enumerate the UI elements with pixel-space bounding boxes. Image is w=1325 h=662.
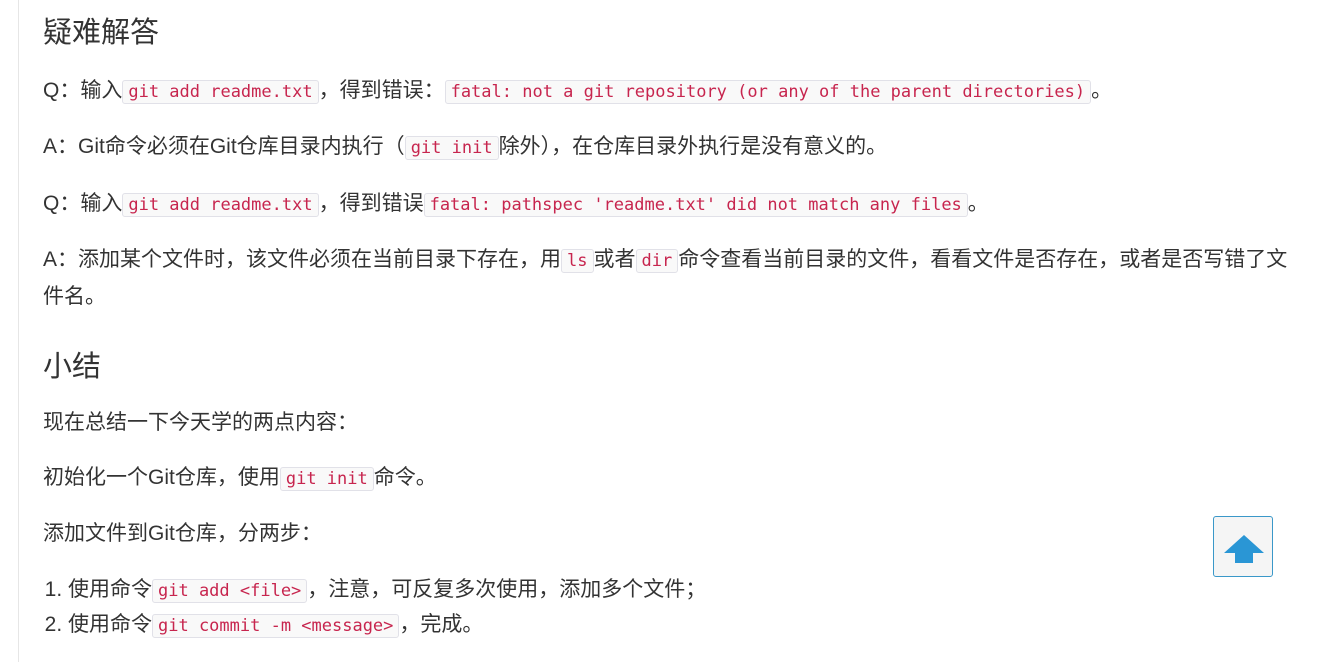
q2-code-command: git add readme.txt (122, 193, 319, 217)
a2-code-dir: dir (635, 249, 679, 273)
init-suffix: 命令。 (373, 466, 437, 489)
summary-intro: 现在总结一下今天学的两点内容： (43, 411, 358, 434)
a1-prefix: A：Git命令必须在Git仓库目录内执行（ (43, 135, 405, 158)
faq-question-1: Q：输入 git add readme.txt ，得到错误： fatal: not a… (43, 73, 1305, 110)
a2-middle: 或者 (593, 248, 636, 271)
a2-prefix: A：添加某个文件时，该文件必须在当前目录下存在，用 (43, 248, 562, 271)
back-to-top-button[interactable] (1213, 516, 1273, 577)
a1-code-command: git init (404, 136, 499, 160)
q1-suffix: 。 (1091, 79, 1113, 102)
init-prefix: 初始化一个Git仓库，使用 (43, 466, 280, 489)
q1-code-command: git add readme.txt (122, 80, 319, 104)
summary-steps-list: 使用命令git add <file>，注意，可反复多次使用，添加多个文件； 使用… (22, 573, 706, 643)
summary-add-intro: 添加文件到Git仓库，分两步： (43, 522, 322, 545)
q2-middle: ，得到错误 (318, 192, 424, 215)
faq-question-2: Q：输入 git add readme.txt ，得到错误 fatal: pathsp… (43, 186, 1305, 223)
init-code-command: git init (279, 467, 374, 491)
step-1-code: git add <file> (152, 579, 308, 603)
step-2-suffix: ，完成。 (399, 613, 484, 636)
q1-code-error: fatal: not a git repository (or any of t… (444, 80, 1092, 104)
faq-heading: 疑难解答 (43, 17, 160, 49)
step-2-prefix: 使用命令 (68, 613, 152, 636)
summary-init: 初始化一个Git仓库，使用 git init 命令。 (43, 460, 1305, 497)
summary-heading: 小结 (43, 351, 102, 383)
q2-prefix: Q：输入 (43, 192, 123, 215)
faq-answer-2: A：添加某个文件时，该文件必须在当前目录下存在，用 ls 或者 dir 命令查看当前目录… (43, 242, 1305, 315)
q2-code-error: fatal: pathspec 'readme.txt' did not mat… (423, 193, 968, 217)
a2-code-ls: ls (561, 249, 594, 273)
step-1-suffix: ，注意，可反复多次使用，添加多个文件； (307, 578, 707, 601)
list-item: 使用命令git commit -m <message>，完成。 (68, 608, 706, 643)
q1-middle: ，得到错误： (318, 79, 445, 102)
faq-answer-1: A：Git命令必须在Git仓库目录内执行（ git init 除外），在仓库目录外执… (43, 129, 1305, 166)
list-item: 使用命令git add <file>，注意，可反复多次使用，添加多个文件； (68, 573, 706, 608)
content-left-border (18, 0, 19, 662)
step-1-prefix: 使用命令 (68, 578, 152, 601)
q1-prefix: Q：输入 (43, 79, 123, 102)
arrow-up-icon (1224, 535, 1264, 563)
q2-suffix: 。 (967, 192, 989, 215)
step-2-code: git commit -m <message> (152, 614, 400, 638)
a1-suffix: 除外），在仓库目录外执行是没有意义的。 (498, 135, 888, 158)
